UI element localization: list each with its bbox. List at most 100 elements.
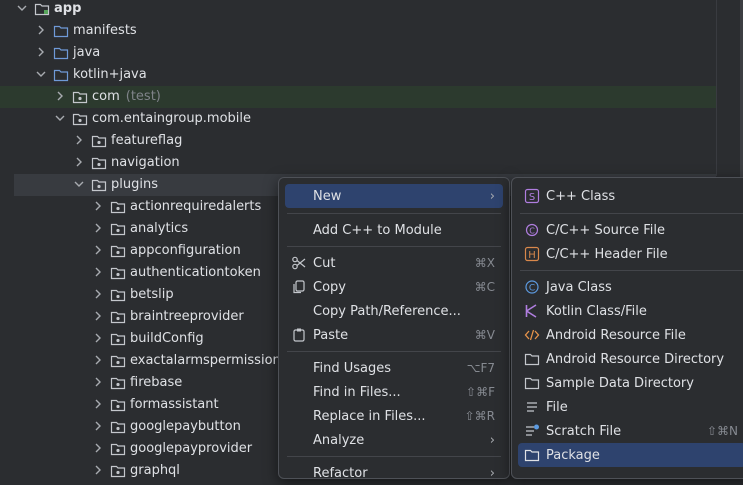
menu-item-add-cpp-to-module[interactable]: Add C++ to Module (285, 218, 503, 242)
submenu-item-sample-data-directory[interactable]: Sample Data Directory (518, 371, 743, 395)
chevron-down-icon[interactable] (74, 179, 84, 189)
menu-item-label: Replace in Files... (313, 409, 426, 424)
chevron-right-icon: › (489, 466, 495, 481)
chevron-right-icon[interactable] (93, 421, 103, 431)
submenu-item-java-class[interactable]: C Java Class (518, 275, 743, 299)
menu-item-cut[interactable]: Cut ⌘X (285, 251, 503, 275)
submenu-item-label: C++ Class (546, 189, 616, 204)
tree-label: actionrequiredalerts (130, 199, 262, 214)
tree-row-com-test[interactable]: com (test) (0, 86, 716, 108)
submenu-item-label: Sample Data Directory (546, 376, 694, 391)
resource-file-icon (524, 329, 540, 341)
submenu-item-file[interactable]: File (518, 395, 743, 419)
menu-item-find-in-files[interactable]: Find in Files... ⇧⌘F (285, 380, 503, 404)
tree-label: plugins (111, 177, 158, 192)
chevron-right-icon[interactable] (93, 201, 103, 211)
submenu-item-label: Android Resource File (546, 328, 686, 343)
svg-text:C: C (529, 227, 535, 236)
package-icon (110, 289, 126, 302)
tree-label: googlepayprovider (130, 441, 253, 456)
chevron-right-icon[interactable] (93, 465, 103, 475)
shortcut-label: ⇧⌘F (466, 385, 495, 399)
chevron-right-icon[interactable] (93, 443, 103, 453)
submenu-item-cpp-class[interactable]: S C++ Class (518, 184, 743, 208)
menu-item-copy[interactable]: Copy ⌘C (285, 275, 503, 299)
package-icon (110, 421, 126, 434)
menu-item-paste[interactable]: Paste ⌘V (285, 323, 503, 347)
submenu-item-label: C/C++ Source File (546, 223, 665, 238)
submenu-item-scratch-file[interactable]: Scratch File ⇧⌘N (518, 419, 743, 443)
java-class-icon: C (525, 280, 539, 294)
chevron-right-icon[interactable] (36, 47, 46, 57)
chevron-right-icon: › (489, 189, 495, 204)
chevron-right-icon[interactable] (93, 333, 103, 343)
chevron-down-icon[interactable] (36, 69, 46, 79)
chevron-down-icon[interactable] (17, 3, 27, 13)
chevron-right-icon[interactable] (93, 311, 103, 321)
menu-item-refactor[interactable]: Refactor › (285, 461, 503, 485)
tree-label: manifests (73, 23, 137, 38)
tree-row-app[interactable]: app (0, 0, 743, 20)
menu-item-replace-in-files[interactable]: Replace in Files... ⇧⌘R (285, 404, 503, 428)
chevron-right-icon[interactable] (93, 399, 103, 409)
package-icon (110, 245, 126, 258)
package-icon (91, 135, 107, 148)
menu-separator (287, 456, 501, 457)
tree-row-com-entaingroup-mobile[interactable]: com.entaingroup.mobile (0, 108, 743, 130)
chevron-right-icon[interactable] (93, 289, 103, 299)
tree-label: analytics (130, 221, 189, 236)
menu-item-analyze[interactable]: Analyze › (285, 428, 503, 452)
chevron-right-icon[interactable] (93, 355, 103, 365)
shortcut-label: ⇧⌘N (706, 424, 738, 438)
submenu-item-cpp-source-file[interactable]: C C/C++ Source File (518, 218, 743, 242)
tree-row-manifests[interactable]: manifests (0, 20, 743, 42)
tree-label: java (73, 45, 101, 60)
shortcut-label: ⌘C (474, 280, 495, 294)
package-icon (110, 443, 126, 456)
menu-separator (287, 213, 501, 214)
svg-text:C: C (529, 284, 535, 294)
submenu-item-label: Scratch File (546, 424, 622, 439)
copy-icon (293, 280, 305, 294)
tree-label: betslip (130, 287, 174, 302)
tree-label: googlepaybutton (130, 419, 241, 434)
menu-item-label: New (313, 189, 342, 204)
test-suffix: (test) (125, 89, 161, 104)
package-icon (110, 377, 126, 390)
folder-icon (524, 449, 540, 462)
chevron-right-icon[interactable] (93, 377, 103, 387)
clipboard-icon (293, 328, 305, 342)
package-icon (110, 267, 126, 280)
chevron-right-icon[interactable] (36, 25, 46, 35)
shortcut-label: ⌘X (474, 256, 495, 270)
chevron-right-icon[interactable] (55, 91, 65, 101)
submenu-item-android-resource-directory[interactable]: Android Resource Directory (518, 347, 743, 371)
folder-icon (53, 47, 69, 60)
menu-item-label: Paste (313, 328, 349, 343)
tree-label: formassistant (130, 397, 219, 412)
submenu-item-kotlin-class-file[interactable]: Kotlin Class/File (518, 299, 743, 323)
submenu-item-android-resource-file[interactable]: Android Resource File (518, 323, 743, 347)
package-icon (110, 311, 126, 324)
chevron-down-icon[interactable] (55, 113, 65, 123)
submenu-item-package[interactable]: Package (518, 443, 743, 467)
menu-item-label: Copy Path/Reference... (313, 304, 461, 319)
submenu-item-cpp-header-file[interactable]: H C/C++ Header File (518, 242, 743, 266)
tree-label: buildConfig (130, 331, 204, 346)
chevron-right-icon[interactable] (93, 245, 103, 255)
tree-row-navigation[interactable]: navigation (0, 152, 743, 174)
chevron-right-icon[interactable] (93, 223, 103, 233)
menu-item-copy-path[interactable]: Copy Path/Reference... (285, 299, 503, 323)
file-icon (527, 402, 537, 412)
tree-row-featureflag[interactable]: featureflag (0, 130, 743, 152)
menu-item-new[interactable]: New › (285, 184, 503, 208)
chevron-right-icon[interactable] (93, 267, 103, 277)
chevron-right-icon[interactable] (74, 135, 84, 145)
chevron-right-icon[interactable] (74, 157, 84, 167)
tree-label: navigation (111, 155, 180, 170)
tree-label: graphql (130, 463, 180, 478)
menu-item-find-usages[interactable]: Find Usages ⌥F7 (285, 356, 503, 380)
folder-icon (53, 69, 69, 82)
tree-row-java[interactable]: java (0, 42, 743, 64)
tree-row-kotlin-java[interactable]: kotlin+java (0, 64, 743, 86)
